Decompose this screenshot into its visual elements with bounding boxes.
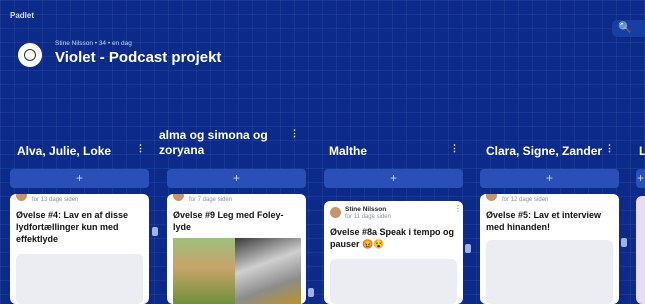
- add-post-button[interactable]: +: [324, 169, 463, 188]
- column-title-5: L: [639, 144, 645, 158]
- post-card[interactable]: Stine Nilsson for 11 dage siden ⋮ Øvelse…: [324, 201, 463, 304]
- post-text: Øvelse #5: Lav et interview med hinanden…: [486, 210, 602, 232]
- post-date: for 11 dage siden: [345, 214, 391, 220]
- avatar: [330, 207, 341, 218]
- board-meta: Stine Nilsson • 34 • en dag: [55, 40, 132, 47]
- attachment-placeholder: [486, 240, 613, 304]
- post-card[interactable]: for 12 dage siden Øvelse #5: Lav et inte…: [480, 194, 619, 304]
- post-card[interactable]: [636, 196, 645, 304]
- scroll-indicator: [152, 227, 158, 236]
- avatar: [486, 194, 497, 201]
- post-text: Øvelse #9 Leg med Foley-lyde: [173, 210, 284, 232]
- post-date: for 7 dage siden: [189, 197, 233, 203]
- column-menu-icon[interactable]: ⋮: [136, 143, 145, 154]
- board-title: Violet - Podcast projekt: [55, 49, 222, 66]
- scroll-indicator: [621, 238, 627, 247]
- column-menu-icon[interactable]: ⋮: [450, 143, 459, 154]
- post-menu-icon[interactable]: ⋮: [454, 204, 462, 213]
- post-date: for 13 dage siden: [32, 197, 79, 203]
- column-menu-icon[interactable]: ⋮: [290, 128, 299, 139]
- column-title-2: alma og simona og zoryana: [159, 128, 268, 157]
- avatar: [16, 194, 27, 201]
- attachment-placeholder: [330, 259, 457, 304]
- board-icon: [18, 43, 42, 67]
- add-post-button[interactable]: +: [480, 169, 619, 188]
- search-icon: 🔍: [618, 22, 632, 34]
- scroll-indicator: [308, 288, 314, 297]
- search-button[interactable]: 🔍: [612, 20, 645, 37]
- column-menu-icon[interactable]: ⋮: [605, 143, 614, 154]
- cat-image[interactable]: [235, 238, 301, 304]
- add-post-button[interactable]: +: [10, 169, 149, 188]
- column-title-4: Clara, Signe, Zander: [486, 144, 603, 158]
- column-title-3: Malthe: [329, 144, 368, 158]
- post-author: Stine Nilsson: [345, 206, 387, 213]
- attachment-placeholder: [16, 254, 143, 304]
- scroll-indicator: [465, 244, 471, 253]
- brand-logo[interactable]: Padlet: [10, 11, 34, 20]
- column-title-1: Alva, Julie, Loke: [17, 144, 112, 158]
- post-text: Øvelse #8a Speak i tempo og pauser 😡😵: [330, 227, 455, 249]
- horse-image[interactable]: [173, 238, 235, 304]
- post-card[interactable]: for 13 dage siden Øvelse #4: Lav en af d…: [10, 194, 149, 304]
- post-date: for 12 dage siden: [502, 197, 549, 203]
- add-post-button[interactable]: +: [167, 169, 306, 188]
- post-text: Øvelse #4: Lav en af disse lydfortælling…: [16, 210, 129, 244]
- avatar: [173, 194, 184, 201]
- add-post-button[interactable]: +: [636, 169, 645, 188]
- post-card[interactable]: for 7 dage siden Øvelse #9 Leg med Foley…: [167, 194, 306, 304]
